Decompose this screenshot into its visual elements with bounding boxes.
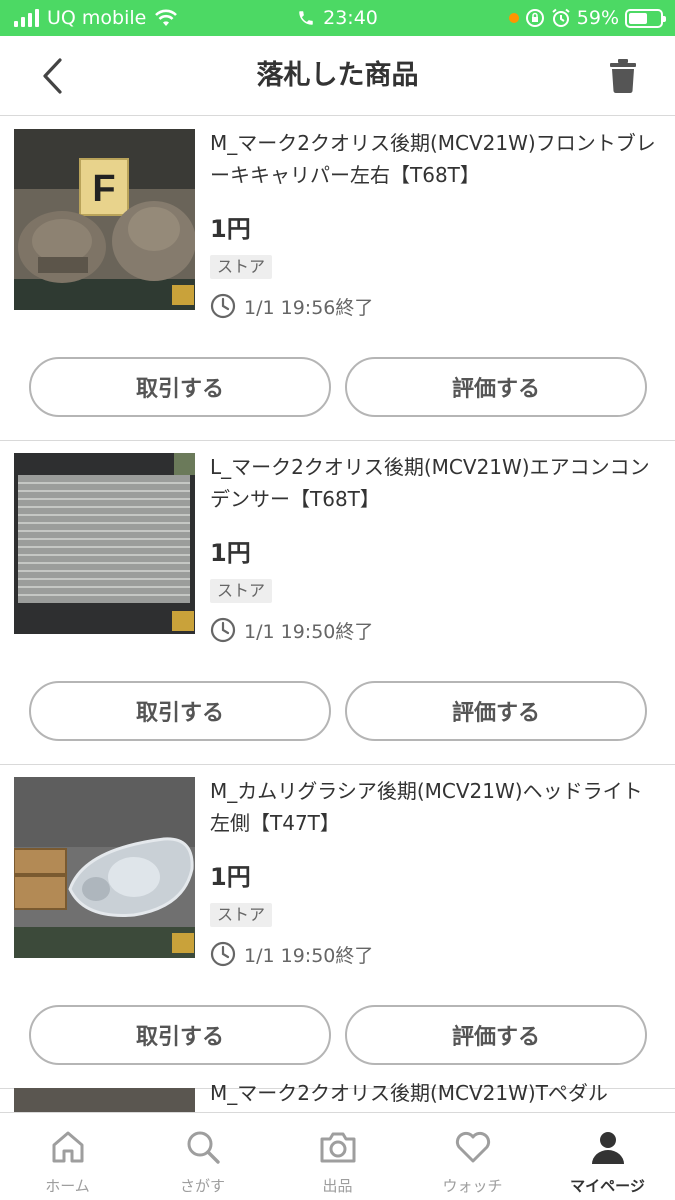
delete-button[interactable] <box>603 56 643 96</box>
trade-button[interactable]: 取引する <box>29 357 331 417</box>
phone-icon <box>299 11 313 25</box>
store-badge: ストア <box>210 579 273 603</box>
store-badge: ストア <box>210 903 273 927</box>
partial-photo <box>14 1088 195 1112</box>
tab-home[interactable]: ホーム <box>0 1113 135 1200</box>
item-title[interactable]: M_マーク2クオリス後期(MCV21W)Tペダル <box>210 1077 660 1109</box>
tab-home-label: ホーム <box>45 1177 90 1195</box>
heart-icon <box>455 1131 490 1163</box>
nav-header: 落札した商品 <box>0 36 675 116</box>
clock-icon <box>210 293 236 319</box>
tab-search-label: さがす <box>179 1177 225 1195</box>
item-title[interactable]: M_カムリグラシア後期(MCV21W)ヘッドライト左側【T47T】 <box>210 775 660 839</box>
trade-button[interactable]: 取引する <box>29 1005 331 1065</box>
item-price: 1円 <box>210 215 251 243</box>
tab-mypage[interactable]: マイページ <box>540 1113 675 1200</box>
headlight-photo <box>14 777 195 958</box>
tab-sell-label: 出品 <box>322 1177 353 1195</box>
tab-sell[interactable]: 出品 <box>270 1113 405 1200</box>
thumb-sign-letter: F <box>92 168 115 210</box>
home-icon <box>52 1131 83 1163</box>
item-thumbnail[interactable]: F <box>14 129 195 310</box>
status-right: 59% <box>508 0 666 36</box>
tab-watch-label: ウォッチ <box>442 1177 503 1195</box>
trash-icon <box>610 59 636 94</box>
person-icon <box>591 1132 624 1164</box>
battery-percent: 59% <box>576 7 619 29</box>
camera-icon <box>320 1132 355 1163</box>
clock-icon <box>210 941 236 967</box>
end-time-row: 1/1 19:50終了 <box>210 615 373 645</box>
item-price: 1円 <box>210 863 251 891</box>
trade-button[interactable]: 取引する <box>29 681 331 741</box>
list-item[interactable]: F M_マーク2クオリス後期(MCV21W)フロントブレーキキャリパー左右【T6… <box>0 117 675 441</box>
clock-icon <box>210 617 236 643</box>
page-title: 落札した商品 <box>256 60 419 91</box>
end-time-row: 1/1 19:56終了 <box>210 291 373 321</box>
item-thumbnail[interactable] <box>14 453 195 634</box>
search-icon <box>187 1131 220 1164</box>
rate-button[interactable]: 評価する <box>345 681 647 741</box>
ac-condenser-photo <box>14 453 195 634</box>
list-item[interactable]: M_マーク2クオリス後期(MCV21W)Tペダル <box>0 1081 675 1112</box>
clock-time: 23:40 <box>323 7 378 29</box>
tab-bar: ホーム さがす 出品 ウォッチ マイページ <box>0 1112 675 1200</box>
rate-button[interactable]: 評価する <box>345 357 647 417</box>
list-item[interactable]: M_カムリグラシア後期(MCV21W)ヘッドライト左側【T47T】 1円 ストア… <box>0 765 675 1089</box>
end-time: 1/1 19:56終了 <box>244 296 374 319</box>
alarm-icon <box>552 8 570 27</box>
tab-mypage-label: マイページ <box>570 1177 645 1195</box>
end-time-row: 1/1 19:50終了 <box>210 939 373 969</box>
battery-icon <box>625 8 666 28</box>
end-time: 1/1 19:50終了 <box>244 944 374 967</box>
end-time: 1/1 19:50終了 <box>244 620 374 643</box>
item-price: 1円 <box>210 539 251 567</box>
brake-caliper-photo: F <box>14 129 195 310</box>
list-item[interactable]: L_マーク2クオリス後期(MCV21W)エアコンコンデンサー【T68T】 1円 … <box>0 441 675 765</box>
rate-button[interactable]: 評価する <box>345 1005 647 1065</box>
item-thumbnail[interactable] <box>14 1088 195 1112</box>
tab-watch[interactable]: ウォッチ <box>405 1113 540 1200</box>
item-title[interactable]: M_マーク2クオリス後期(MCV21W)フロントブレーキキャリパー左右【T68T… <box>210 127 660 191</box>
item-thumbnail[interactable] <box>14 777 195 958</box>
won-items-list[interactable]: F M_マーク2クオリス後期(MCV21W)フロントブレーキキャリパー左右【T6… <box>0 117 675 1112</box>
rotation-lock-icon <box>525 9 544 27</box>
recording-dot-icon <box>508 13 519 23</box>
store-badge: ストア <box>210 255 273 279</box>
item-title[interactable]: L_マーク2クオリス後期(MCV21W)エアコンコンデンサー【T68T】 <box>210 451 660 515</box>
status-bar: UQ mobile 23:40 59% <box>0 0 675 36</box>
tab-search[interactable]: さがす <box>135 1113 270 1200</box>
